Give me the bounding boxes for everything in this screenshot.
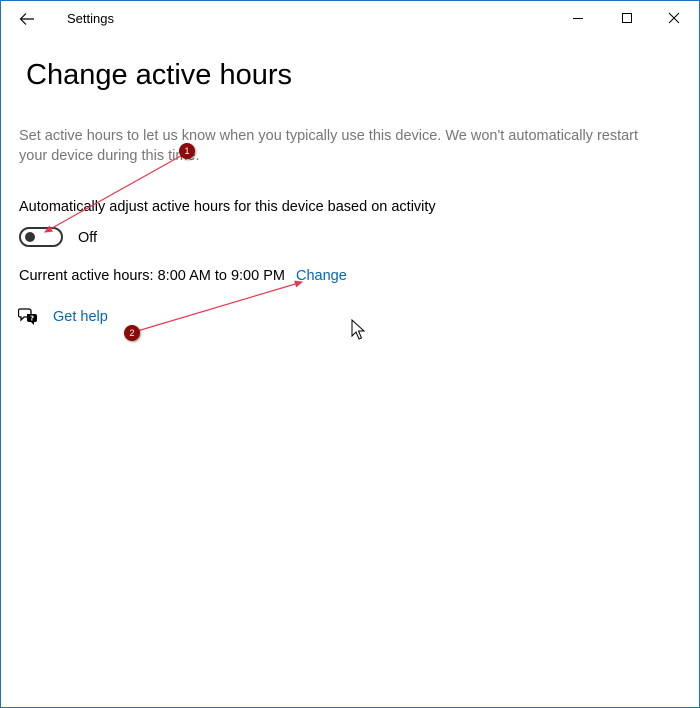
settings-window: Settings Change active hours Set active …	[0, 0, 700, 708]
annotation-badge-2: 2	[124, 325, 140, 341]
minimize-button[interactable]	[555, 1, 601, 35]
maximize-icon	[622, 13, 632, 23]
back-button[interactable]	[11, 5, 43, 33]
toggle-knob	[25, 232, 35, 242]
close-icon	[668, 12, 680, 24]
arrow-left-icon	[19, 13, 34, 25]
current-active-hours: Current active hours: 8:00 AM to 9:00 PM	[19, 268, 285, 284]
auto-adjust-label: Automatically adjust active hours for th…	[19, 199, 436, 215]
svg-text:?: ?	[30, 315, 34, 323]
toggle-state-label: Off	[78, 230, 98, 246]
window-title: Settings	[67, 11, 114, 26]
change-active-hours-link[interactable]: Change	[296, 268, 347, 284]
auto-adjust-toggle[interactable]	[19, 227, 63, 247]
mouse-pointer-icon	[351, 319, 366, 340]
help-chat-icon: ?	[18, 308, 37, 325]
page-title: Change active hours	[26, 59, 292, 91]
page-description: Set active hours to let us know when you…	[19, 128, 639, 164]
annotation-badge-1: 1	[179, 143, 195, 159]
minimize-icon	[573, 18, 583, 19]
title-bar: Settings	[1, 1, 699, 37]
close-button[interactable]	[651, 1, 697, 35]
maximize-button[interactable]	[604, 1, 650, 35]
get-help-link[interactable]: Get help	[53, 309, 108, 325]
